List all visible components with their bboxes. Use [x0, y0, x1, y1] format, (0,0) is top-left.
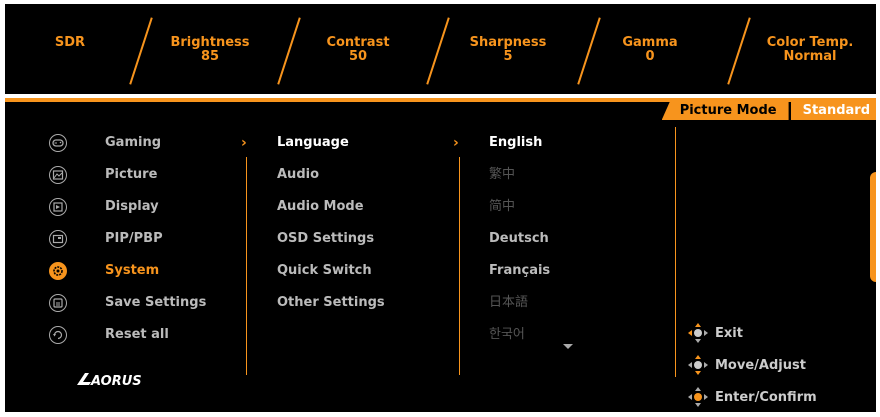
- display-icon: [49, 198, 67, 216]
- sharpness-status: Sharpness 5: [453, 36, 563, 64]
- hint-exit-label: Exit: [715, 325, 743, 341]
- status-bar: SDR Brightness 85 Contrast 50 Sharpness 5 G…: [5, 4, 876, 94]
- aorus-logo: AORUS: [75, 370, 175, 390]
- joystick-icon: [687, 354, 709, 376]
- submenu-item-audio-mode[interactable]: Audio Mode: [277, 199, 364, 215]
- picture-mode-bar: Picture Mode Standard: [661, 102, 876, 120]
- menu-item-reset-all[interactable]: Reset all: [105, 327, 169, 343]
- chevron-right-icon: ›: [453, 135, 459, 151]
- color-temp-status: Color Temp. Normal: [755, 36, 865, 64]
- gamma-label: Gamma: [622, 35, 678, 50]
- aorus-logo-text: AORUS: [90, 374, 142, 389]
- divider: [129, 17, 153, 85]
- brightness-value: 85: [200, 49, 220, 64]
- sdr-label: SDR: [54, 35, 86, 50]
- column-divider: [459, 157, 460, 375]
- divider: [727, 17, 751, 85]
- submenu-item-osd-settings[interactable]: OSD Settings: [277, 231, 374, 247]
- color-temp-value: Normal: [783, 49, 837, 64]
- osd-screen: SDR Brightness 85 Contrast 50 Sharpness 5 G…: [0, 0, 880, 417]
- column-divider: [246, 157, 247, 375]
- contrast-value: 50: [348, 49, 368, 64]
- submenu-item-audio[interactable]: Audio: [277, 167, 319, 183]
- osd-menu-panel: Picture Mode Standard Gaming Picture Dis…: [5, 98, 876, 412]
- option-deutsch[interactable]: Deutsch: [489, 231, 549, 247]
- submenu-item-other-settings[interactable]: Other Settings: [277, 295, 385, 311]
- menu-item-picture[interactable]: Picture: [105, 167, 157, 183]
- contrast-label: Contrast: [326, 35, 390, 50]
- joystick-icon: [687, 322, 709, 344]
- menu-item-save-settings[interactable]: Save Settings: [105, 295, 206, 311]
- chevron-right-icon: ›: [241, 135, 247, 151]
- hint-move: Move/Adjust: [687, 354, 806, 376]
- contrast-status: Contrast 50: [303, 36, 413, 64]
- option-english[interactable]: English: [489, 135, 542, 151]
- sdr-status: SDR: [15, 36, 125, 50]
- column-divider: [675, 127, 676, 377]
- divider: [277, 17, 301, 85]
- gamepad-icon: [49, 134, 67, 152]
- reset-icon: [49, 326, 67, 344]
- menu-item-display[interactable]: Display: [105, 199, 159, 215]
- hint-enter-label: Enter/Confirm: [715, 389, 817, 405]
- aorus-logo-graphic: AORUS: [77, 373, 142, 389]
- picture-mode-value: Standard: [788, 102, 876, 120]
- color-temp-label: Color Temp.: [766, 35, 854, 50]
- option-simplified-chinese[interactable]: 简中: [489, 199, 515, 215]
- joystick-icon: [687, 386, 709, 408]
- option-japanese[interactable]: 日本語: [489, 295, 528, 311]
- hint-move-label: Move/Adjust: [715, 357, 806, 373]
- divider: [426, 17, 450, 85]
- gamma-value: 0: [645, 49, 655, 64]
- menu-item-system[interactable]: System: [105, 263, 159, 279]
- brightness-label: Brightness: [170, 35, 250, 50]
- gamma-status: Gamma 0: [595, 36, 705, 64]
- side-tab: [870, 172, 876, 282]
- pip-icon: [49, 230, 67, 248]
- brightness-status: Brightness 85: [155, 36, 265, 64]
- save-icon: [49, 294, 67, 312]
- picture-icon: [49, 166, 67, 184]
- option-korean[interactable]: 한국어: [489, 327, 525, 343]
- hint-exit: Exit: [687, 322, 743, 344]
- submenu-item-quick-switch[interactable]: Quick Switch: [277, 263, 372, 279]
- gear-icon: [49, 262, 67, 280]
- menu-item-gaming[interactable]: Gaming: [105, 135, 161, 151]
- picture-mode-label: Picture Mode: [661, 102, 789, 120]
- sharpness-value: 5: [503, 49, 513, 64]
- submenu-item-language[interactable]: Language: [277, 135, 349, 151]
- scroll-down-icon[interactable]: [563, 344, 573, 349]
- option-traditional-chinese[interactable]: 繁中: [489, 167, 515, 183]
- sharpness-label: Sharpness: [469, 35, 547, 50]
- option-francais[interactable]: Français: [489, 263, 550, 279]
- menu-item-pip-pbp[interactable]: PIP/PBP: [105, 231, 163, 247]
- hint-enter: Enter/Confirm: [687, 386, 817, 408]
